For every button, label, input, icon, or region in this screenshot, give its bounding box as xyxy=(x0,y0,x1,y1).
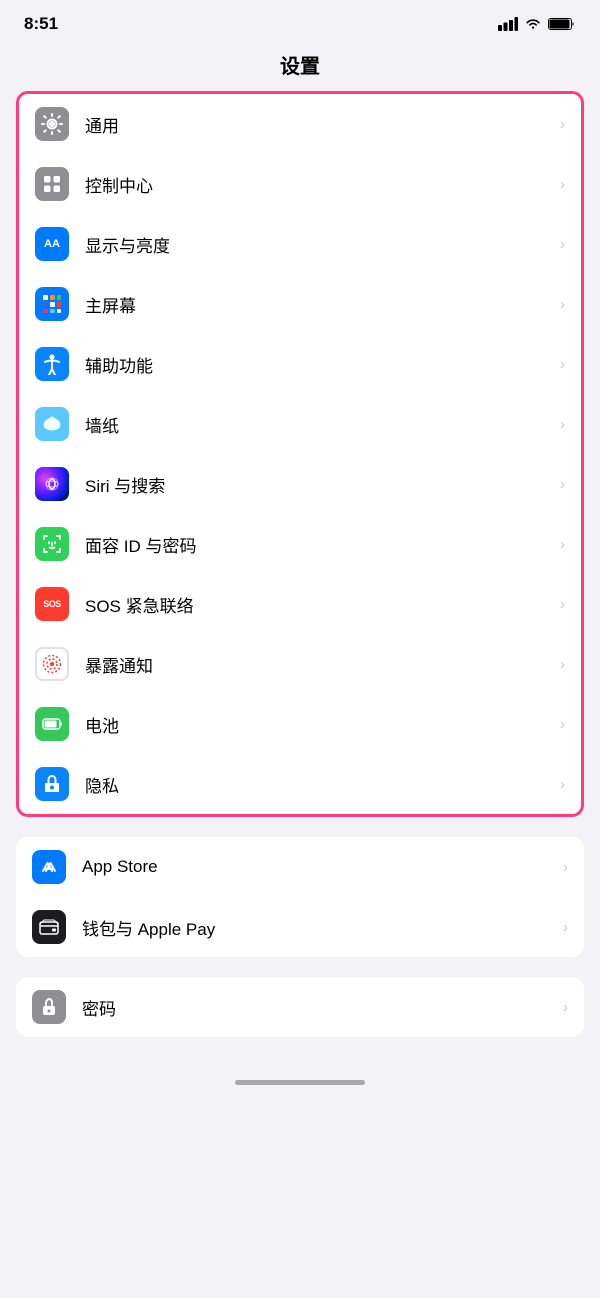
settings-row-battery[interactable]: 电池 › xyxy=(19,694,581,754)
homescreen-icon xyxy=(35,287,69,321)
sos-chevron: › xyxy=(560,596,565,613)
battery-icon xyxy=(548,17,576,31)
wallpaper-label: 墙纸 xyxy=(85,412,552,437)
appstore-label: App Store xyxy=(82,857,555,877)
wifi-icon xyxy=(524,17,542,31)
settings-row-sos[interactable]: SOS SOS 紧急联络 › xyxy=(19,574,581,634)
display-chevron: › xyxy=(560,236,565,253)
settings-row-privacy[interactable]: 隐私 › xyxy=(19,754,581,814)
privacy-label: 隐私 xyxy=(85,772,552,797)
exposure-label: 暴露通知 xyxy=(85,652,552,677)
home-indicator-area xyxy=(0,1037,600,1097)
wallpaper-icon xyxy=(35,407,69,441)
siri-icon xyxy=(35,467,69,501)
signal-icon xyxy=(498,17,518,31)
siri-label: Siri 与搜索 xyxy=(85,472,552,497)
display-label: 显示与亮度 xyxy=(85,232,552,257)
general-label: 通用 xyxy=(85,112,552,137)
battery-row-icon xyxy=(35,707,69,741)
general-chevron: › xyxy=(560,116,565,133)
appstore-icon xyxy=(32,850,66,884)
settings-row-faceid[interactable]: 面容 ID 与密码 › xyxy=(19,514,581,574)
settings-row-appstore[interactable]: App Store › xyxy=(16,837,584,897)
control-center-chevron: › xyxy=(560,176,565,193)
settings-row-control-center[interactable]: 控制中心 › xyxy=(19,154,581,214)
wallet-chevron: › xyxy=(563,919,568,936)
page-title: 设置 xyxy=(0,42,600,91)
passwords-chevron: › xyxy=(563,999,568,1016)
faceid-label: 面容 ID 与密码 xyxy=(85,532,552,557)
settings-row-display[interactable]: AA 显示与亮度 › xyxy=(19,214,581,274)
settings-row-homescreen[interactable]: 主屏幕 › xyxy=(19,274,581,334)
passwords-icon xyxy=(32,990,66,1024)
passwords-label: 密码 xyxy=(82,995,555,1020)
settings-row-accessibility[interactable]: 辅助功能 › xyxy=(19,334,581,394)
accessibility-label: 辅助功能 xyxy=(85,352,552,377)
section-passwords: 密码 › xyxy=(16,977,584,1037)
privacy-icon xyxy=(35,767,69,801)
status-bar: 8:51 xyxy=(0,0,600,42)
exposure-icon xyxy=(35,647,69,681)
sos-label: SOS 紧急联络 xyxy=(85,592,552,617)
privacy-chevron: › xyxy=(560,776,565,793)
homescreen-chevron: › xyxy=(560,296,565,313)
homescreen-label: 主屏幕 xyxy=(85,292,552,317)
siri-chevron: › xyxy=(560,476,565,493)
exposure-chevron: › xyxy=(560,656,565,673)
sos-icon: SOS xyxy=(35,587,69,621)
section-main: 通用 › 控制中心 › AA 显示与亮度 › xyxy=(16,91,584,817)
appstore-chevron: › xyxy=(563,859,568,876)
settings-row-general[interactable]: 通用 › xyxy=(19,94,581,154)
display-icon: AA xyxy=(35,227,69,261)
home-indicator xyxy=(235,1080,365,1085)
battery-label: 电池 xyxy=(85,712,552,737)
wallet-label: 钱包与 Apple Pay xyxy=(82,915,555,940)
wallpaper-chevron: › xyxy=(560,416,565,433)
settings-row-wallet[interactable]: 钱包与 Apple Pay › xyxy=(16,897,584,957)
status-icons xyxy=(498,17,576,31)
settings-row-siri[interactable]: Siri 与搜索 › xyxy=(19,454,581,514)
control-center-label: 控制中心 xyxy=(85,172,552,197)
settings-row-exposure[interactable]: 暴露通知 › xyxy=(19,634,581,694)
settings-row-passwords[interactable]: 密码 › xyxy=(16,977,584,1037)
faceid-icon xyxy=(35,527,69,561)
faceid-chevron: › xyxy=(560,536,565,553)
battery-chevron: › xyxy=(560,716,565,733)
accessibility-icon xyxy=(35,347,69,381)
control-center-icon xyxy=(35,167,69,201)
status-time: 8:51 xyxy=(24,14,58,34)
accessibility-chevron: › xyxy=(560,356,565,373)
wallet-icon xyxy=(32,910,66,944)
settings-row-wallpaper[interactable]: 墙纸 › xyxy=(19,394,581,454)
general-icon xyxy=(35,107,69,141)
section-apps: App Store › 钱包与 Apple Pay › xyxy=(16,837,584,957)
